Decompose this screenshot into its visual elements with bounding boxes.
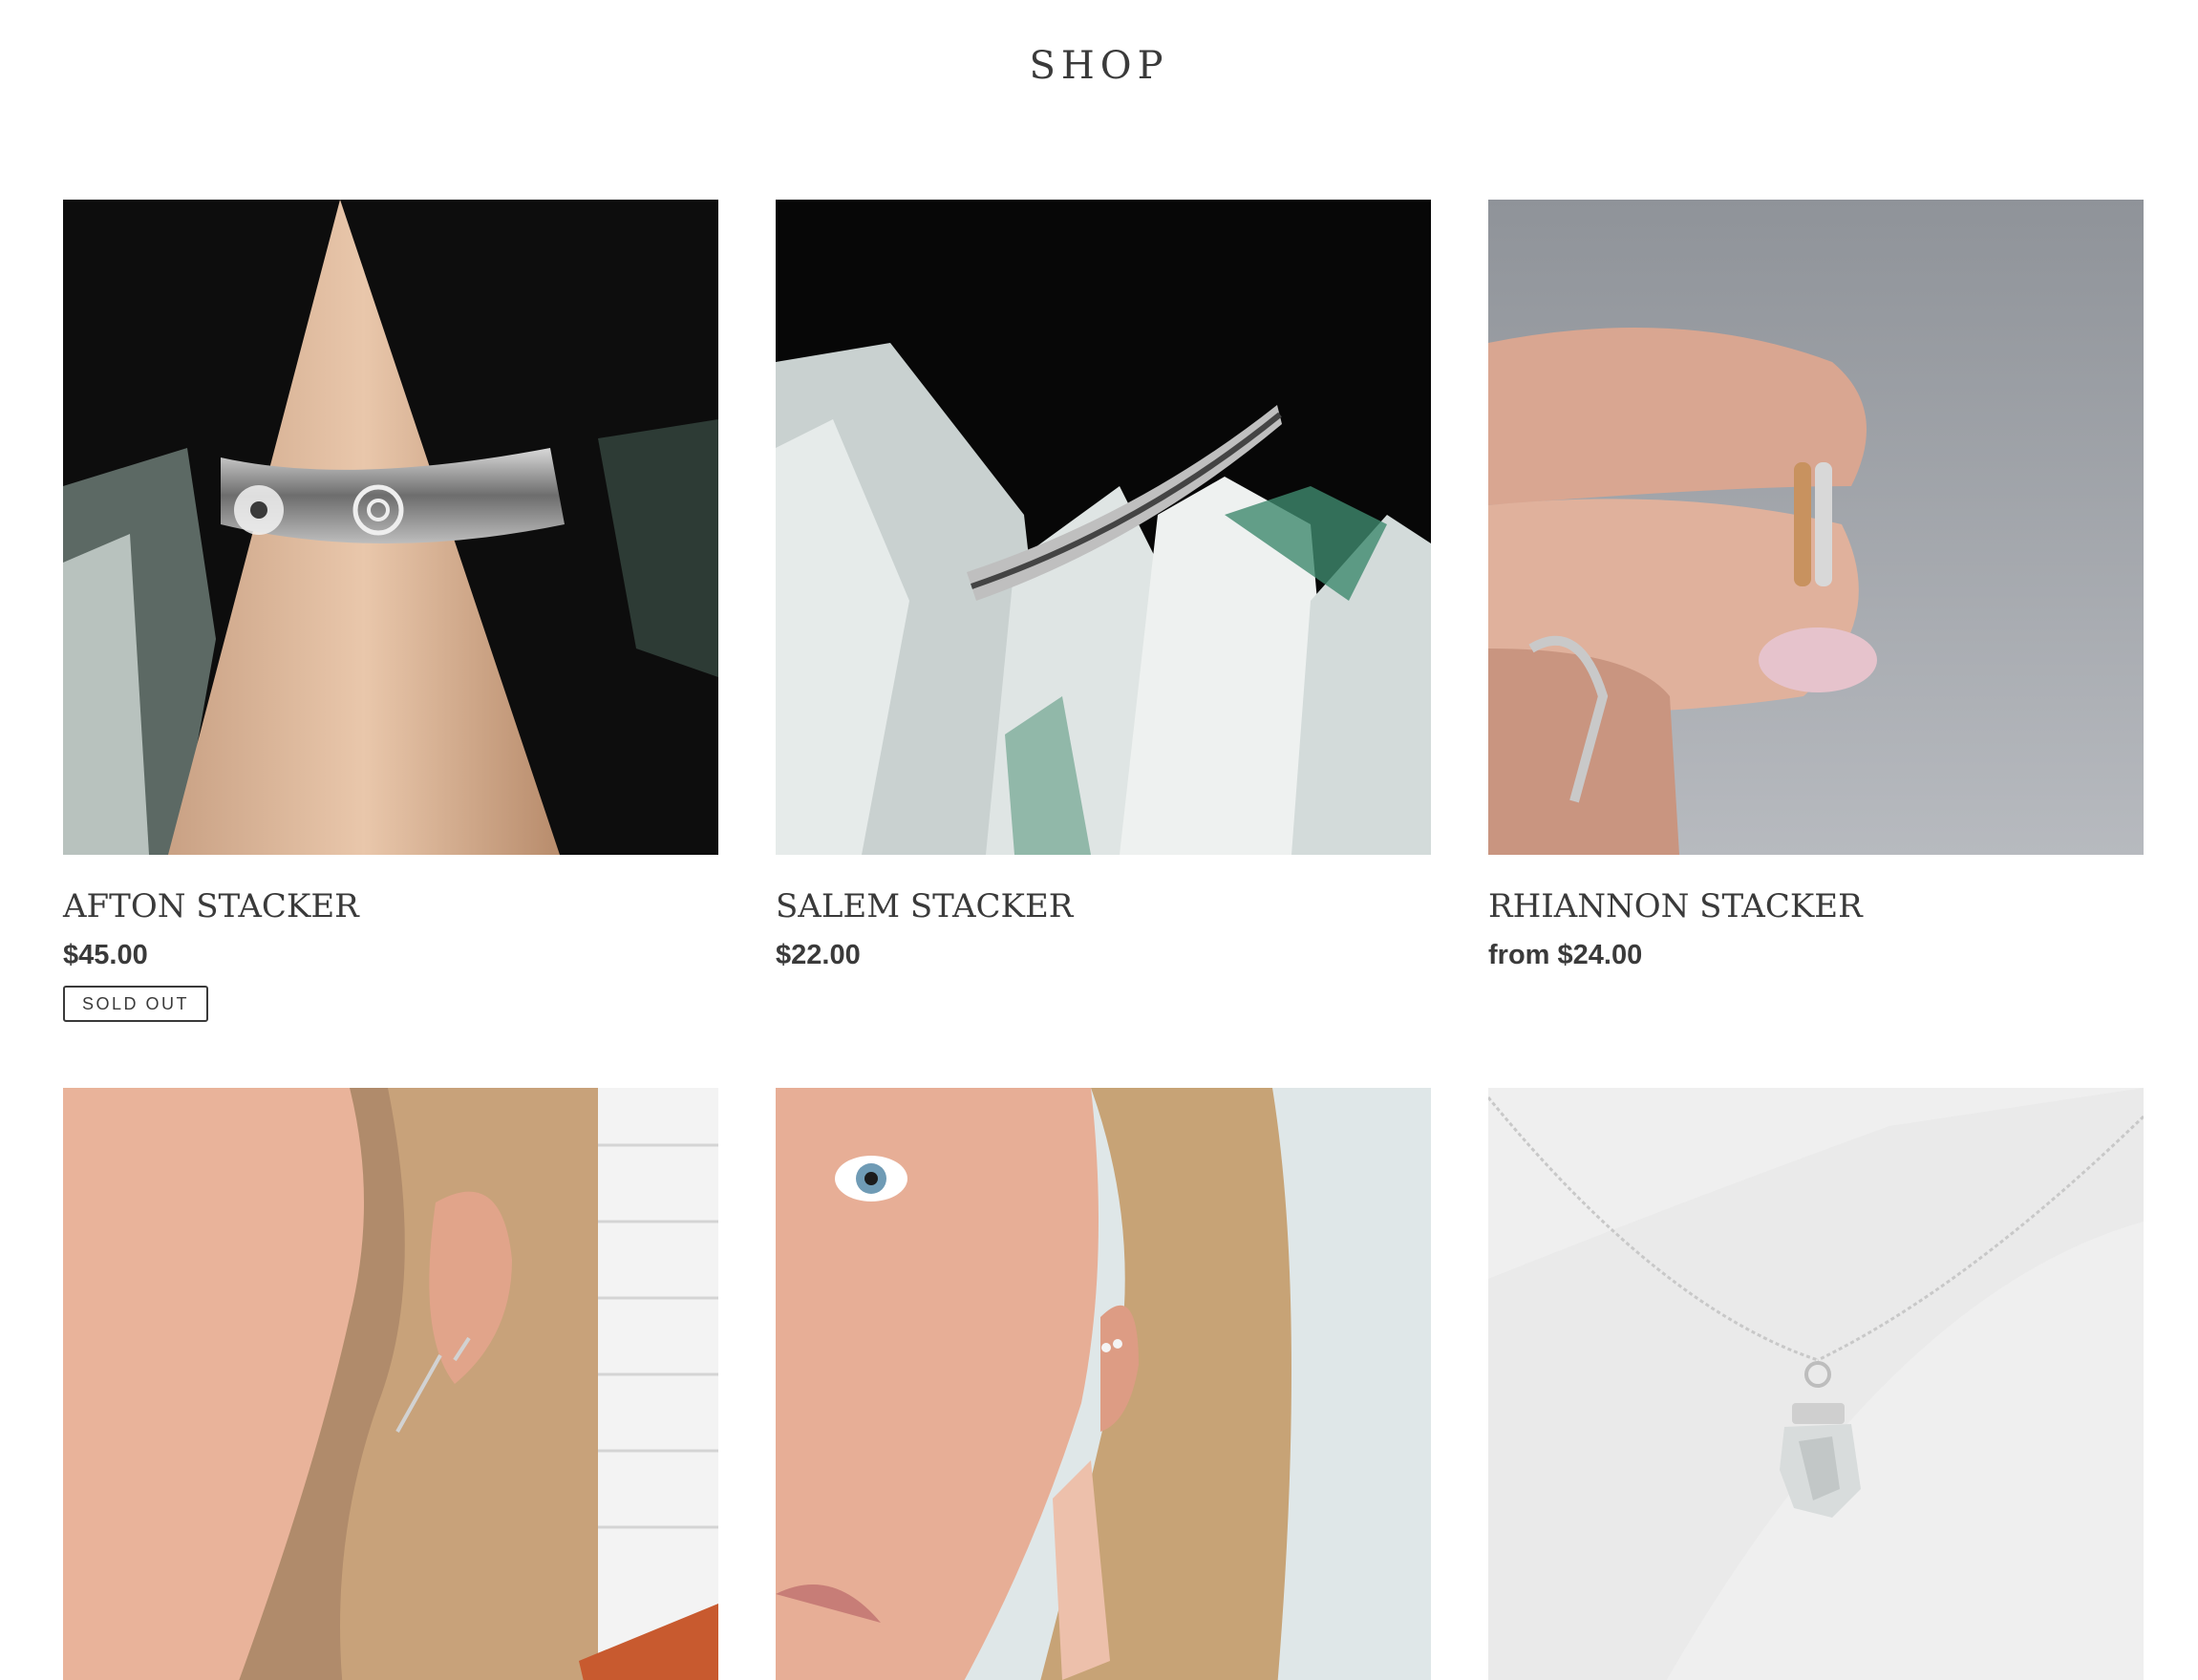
product-price: $45.00 [63,940,148,970]
ring-on-wooden-cone-image [63,200,718,855]
bar-earrings-on-ear-image [63,1088,718,1680]
product-price: $22.00 [776,940,861,970]
product-title[interactable]: RHIANNON STACKER [1488,887,1863,925]
product-title[interactable]: SALEM STACKER [776,887,1073,925]
product-image-link[interactable] [1488,1088,2144,1680]
product-card[interactable] [776,1088,1431,1680]
crystal-pendant-necklace-image [1488,1088,2144,1680]
ring-on-quartz-crystal-image [776,200,1431,855]
product-image-link[interactable] [776,1088,1431,1680]
product-image-link[interactable] [1488,200,2144,855]
page-title: SHOP [1029,44,1169,88]
product-card[interactable] [1488,1088,2144,1680]
product-card-rhiannon[interactable]: RHIANNON STACKER from $24.00 [1488,200,2144,1021]
stud-earrings-on-ear-image [776,1088,1431,1680]
product-image-link[interactable] [63,200,718,855]
product-image-link[interactable] [63,1088,718,1680]
product-image-link[interactable] [776,200,1431,855]
product-title[interactable]: AFTON STACKER [63,887,359,925]
product-price: from $24.00 [1488,940,1643,970]
product-card-afton[interactable]: AFTON STACKER $45.00 SOLD OUT [63,200,718,1022]
sold-out-badge: SOLD OUT [63,986,209,1022]
product-card[interactable] [63,1088,718,1680]
rings-held-between-fingers-image [1488,200,2144,855]
product-card-salem[interactable]: SALEM STACKER $22.00 [776,200,1431,1021]
